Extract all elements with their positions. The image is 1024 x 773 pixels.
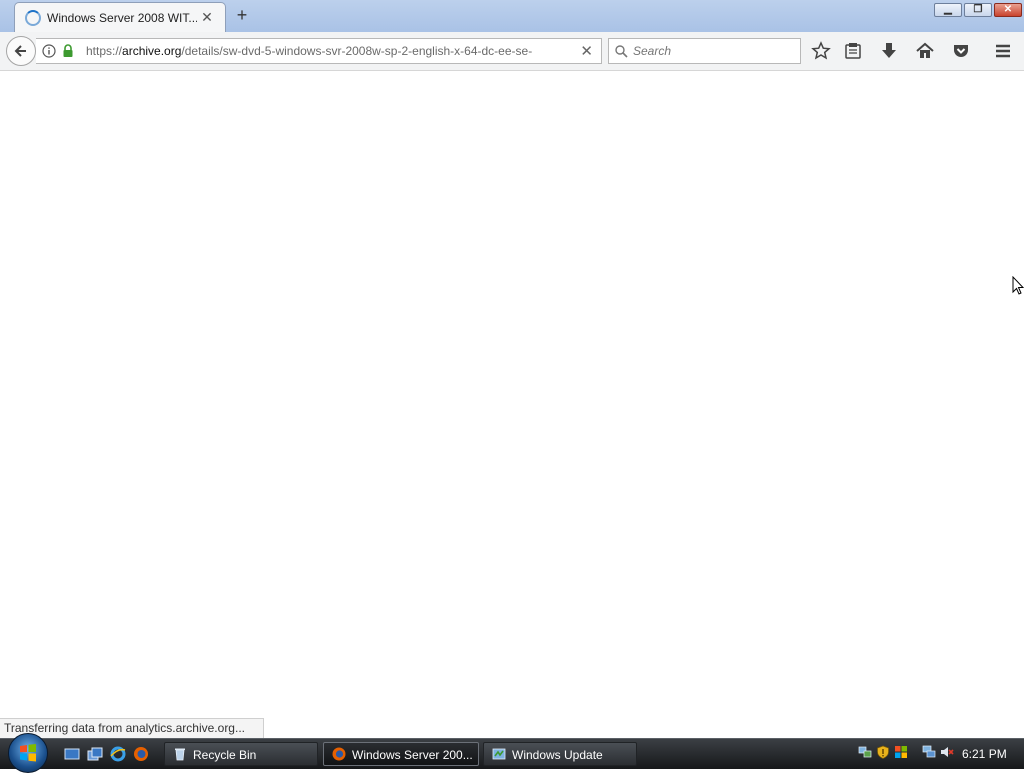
url-domain: archive.org (122, 44, 182, 58)
status-bar: Transferring data from analytics.archive… (0, 718, 264, 738)
info-icon[interactable] (42, 44, 56, 58)
security-shield-icon[interactable] (876, 745, 890, 759)
windows-update-icon (492, 748, 506, 760)
minimize-button[interactable]: ▁ (934, 3, 962, 17)
recycle-bin-icon (175, 748, 185, 761)
show-desktop-icon[interactable] (64, 746, 80, 762)
clock[interactable]: 6:21 PM (962, 747, 1007, 761)
taskbar-item-label: Windows Server 200... (352, 748, 473, 762)
windows-flag-icon[interactable] (894, 745, 908, 759)
back-arrow-icon (14, 45, 26, 57)
back-button[interactable] (6, 36, 36, 66)
bookmarks-list-icon[interactable] (843, 41, 863, 61)
download-icon[interactable] (879, 41, 899, 61)
tab-close-icon[interactable]: ✕ (199, 9, 215, 25)
close-window-button[interactable]: ✕ (994, 3, 1022, 17)
taskbar-item-recycle-bin[interactable]: Recycle Bin (164, 742, 318, 766)
address-bar[interactable]: https://archive.org/details/sw-dvd-5-win… (36, 38, 602, 64)
loading-spinner-icon (25, 10, 41, 26)
taskbar-item-label: Recycle Bin (193, 748, 257, 762)
minimize-icon: ▁ (944, 4, 952, 15)
clear-url-icon[interactable]: ✕ (580, 42, 593, 60)
firefox-icon[interactable] (133, 746, 149, 762)
navigation-toolbar: https://archive.org/details/sw-dvd-5-win… (0, 32, 1024, 71)
taskbar-item-label: Windows Update (512, 748, 603, 762)
new-tab-button[interactable]: + (232, 6, 252, 26)
menu-icon[interactable] (993, 41, 1013, 61)
network-sharing-icon[interactable] (858, 745, 872, 759)
search-box[interactable] (608, 38, 801, 64)
close-icon: ✕ (1003, 4, 1013, 15)
network-icon[interactable] (922, 745, 936, 759)
tab-strip: Windows Server 2008 WIT... ✕ + ▁ ❐ ✕ (0, 0, 1024, 33)
mouse-cursor-icon (1012, 276, 1024, 295)
taskbar: Recycle Bin Windows Server 200... Window… (0, 733, 1024, 773)
volume-muted-icon[interactable] (940, 745, 954, 759)
bookmark-star-icon[interactable] (811, 41, 831, 61)
url-text[interactable]: https://archive.org/details/sw-dvd-5-win… (86, 44, 556, 58)
tab-title: Windows Server 2008 WIT... (47, 11, 197, 25)
taskbar-item-firefox[interactable]: Windows Server 200... (323, 742, 479, 766)
page-content (0, 71, 1024, 738)
taskbar-item-windows-update[interactable]: Windows Update (483, 742, 637, 766)
url-prefix: https:// (86, 44, 123, 58)
start-button[interactable] (8, 733, 48, 773)
pocket-icon[interactable] (951, 41, 971, 61)
secure-lock-icon[interactable] (62, 44, 74, 58)
search-input[interactable] (633, 43, 793, 59)
internet-explorer-icon[interactable] (110, 746, 126, 762)
system-tray: 6:21 PM (850, 739, 1024, 769)
browser-tab[interactable]: Windows Server 2008 WIT... ✕ (14, 2, 226, 32)
restore-icon: ❐ (973, 4, 983, 15)
firefox-icon (332, 747, 346, 761)
switch-windows-icon[interactable] (87, 746, 103, 762)
windows-logo-icon (20, 744, 36, 762)
home-icon[interactable] (915, 41, 935, 61)
search-icon (615, 45, 628, 58)
url-path: /details/sw-dvd-5-windows-svr-2008w-sp-2… (181, 44, 533, 58)
restore-button[interactable]: ❐ (964, 3, 992, 17)
